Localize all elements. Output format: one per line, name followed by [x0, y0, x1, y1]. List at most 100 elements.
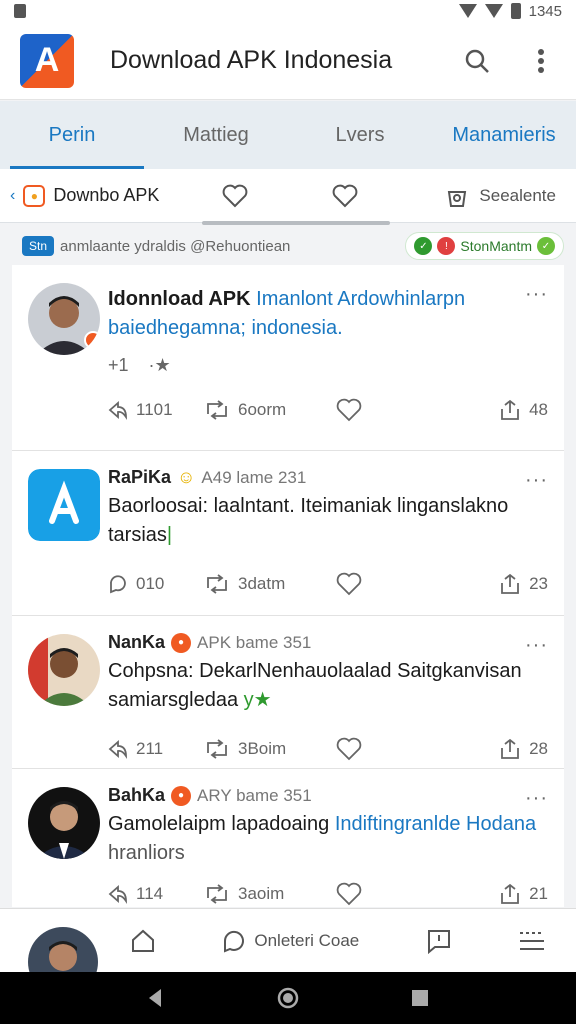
post-meta: A49 lame 231 [201, 467, 307, 487]
compose-button[interactable]: Onleteri Coae [222, 929, 359, 953]
brand-icon: ● [23, 184, 46, 207]
like-button[interactable] [336, 398, 486, 422]
post[interactable]: ··· BahKa ● ARY bame 351 Gamolelaipm lap… [12, 769, 564, 907]
more-options-button[interactable]: ··· [525, 634, 548, 657]
home-circle-icon[interactable] [277, 987, 299, 1009]
app-bar: A Download APK Indonesia [0, 22, 576, 100]
more-options-button[interactable]: ··· [525, 787, 548, 810]
share-button[interactable]: 21 [499, 883, 548, 905]
alert-icon: ! [437, 237, 456, 255]
verified-badge-icon [84, 331, 100, 349]
reply-count: 211 [136, 739, 164, 758]
avatar[interactable] [28, 283, 100, 355]
chat-icon [224, 930, 245, 952]
post-text-2: tarsias [108, 524, 167, 546]
comment-icon [110, 575, 126, 594]
reply-button[interactable]: 211 [108, 739, 204, 759]
repost-button[interactable]: 3Boim [204, 739, 336, 759]
report-icon[interactable] [426, 928, 452, 954]
search-icon [465, 49, 489, 73]
post-extra-count: +1 [108, 355, 129, 375]
reply-count: 114 [136, 884, 164, 903]
text-cursor: | [166, 524, 173, 546]
repost-count: 3datm [238, 574, 286, 593]
like-button[interactable] [336, 737, 486, 761]
reply-icon [108, 401, 127, 420]
compose-label: Onleteri Coae [254, 930, 360, 950]
post-link[interactable]: Imanlont Ardowhinlarpn [256, 288, 465, 310]
recents-icon[interactable] [409, 987, 431, 1009]
post[interactable]: ··· NanKa ● APK bame 351 Cohpsna: Dekarl… [12, 616, 564, 769]
post-link-2[interactable]: baiedhegamna; indonesia. [108, 317, 343, 339]
repost-count: 3aoim [238, 884, 285, 903]
repost-button[interactable]: 6oorm [204, 400, 336, 420]
reply-icon [108, 740, 127, 759]
banner-badge[interactable]: Stn [22, 236, 55, 256]
post-text: Baorloosai: laalntant. Iteimaniak lingan… [108, 495, 509, 517]
banner-pill[interactable]: ✓ ! StonMantm ✓ [405, 232, 564, 260]
more-vert-icon [538, 48, 544, 73]
post-author[interactable]: NanKa [108, 632, 165, 653]
back-icon[interactable] [145, 987, 167, 1009]
status-bar: 1345 [0, 0, 576, 22]
search-button[interactable] [462, 46, 492, 76]
post[interactable]: ··· RaPiKa ☺ A49 lame 231 Baorloosai: la… [12, 451, 564, 616]
repost-count: 3Boim [238, 739, 287, 758]
menu-icon[interactable] [518, 929, 546, 953]
banner-pill-label: StonMantm [460, 238, 532, 254]
reply-button[interactable]: 114 [108, 884, 204, 904]
tab-bar: Perin Mattieg Lvers Manamieris [0, 101, 576, 169]
repost-button[interactable]: 3aoim [204, 884, 336, 904]
signal-icon [458, 4, 477, 18]
home-icon[interactable] [130, 928, 156, 954]
repost-count: 6oorm [238, 400, 287, 419]
post-text-suffix: y★ [243, 689, 272, 711]
repost-button[interactable]: 3datm [204, 574, 336, 594]
overflow-menu-button[interactable] [526, 46, 556, 76]
post[interactable]: ··· Idonnload APK Imanlont Ardowhinlarpn… [12, 265, 564, 451]
post-meta: APK bame 351 [197, 632, 312, 652]
repost-icon [207, 884, 227, 904]
check-icon: ✓ [414, 237, 433, 255]
sub-search-button[interactable]: Seealente [445, 184, 566, 208]
share-count: 48 [529, 400, 548, 419]
info-banner: Stn anmlaante ydraldis @Rehuontiean ✓ ! … [22, 229, 564, 263]
heart-icon[interactable] [332, 184, 358, 208]
post-author[interactable]: BahKa [108, 785, 165, 806]
tab-lvers[interactable]: Lvers [288, 101, 432, 169]
heart-icon[interactable] [222, 184, 248, 208]
bag-icon [448, 190, 467, 207]
chevron-left-icon: ‹ [10, 186, 16, 204]
app-logo-letter: A [34, 41, 60, 79]
share-button[interactable]: 23 [499, 573, 548, 595]
like-button[interactable] [336, 882, 486, 906]
star-rating: ·★ [148, 355, 171, 375]
banner-text: anmlaante ydraldis @Rehuontiean [60, 237, 291, 255]
avatar[interactable] [28, 634, 100, 706]
system-nav-bar [0, 972, 576, 1024]
share-icon [501, 883, 519, 904]
brand-badge-icon: ● [171, 785, 192, 806]
repost-icon [207, 400, 227, 420]
share-button[interactable]: 28 [499, 738, 548, 760]
share-button[interactable]: 48 [499, 399, 548, 421]
tab-manamieris[interactable]: Manamieris [432, 101, 576, 169]
app-avatar[interactable] [28, 469, 100, 541]
tab-mattieg[interactable]: Mattieg [144, 101, 288, 169]
post-author[interactable]: RaPiKa [108, 467, 171, 488]
check-circle-icon: ✓ [537, 237, 555, 255]
sub-brand[interactable]: ‹ ● Downbo APK [10, 184, 200, 207]
like-button[interactable] [336, 572, 486, 596]
reply-button[interactable]: 1101 [108, 400, 204, 420]
post-link[interactable]: Indiftingranlde Hodana [335, 813, 536, 835]
share-count: 23 [529, 574, 548, 593]
more-options-button[interactable]: ··· [525, 469, 548, 492]
notification-icon [14, 4, 26, 18]
smile-emoji-icon: ☺ [177, 467, 196, 487]
reply-button[interactable]: 010 [108, 574, 204, 594]
wifi-icon [484, 4, 503, 18]
tab-perin[interactable]: Perin [0, 101, 144, 169]
avatar[interactable] [28, 787, 100, 859]
more-options-button[interactable]: ··· [525, 283, 548, 306]
post-title: Idonnload APK [108, 288, 251, 310]
